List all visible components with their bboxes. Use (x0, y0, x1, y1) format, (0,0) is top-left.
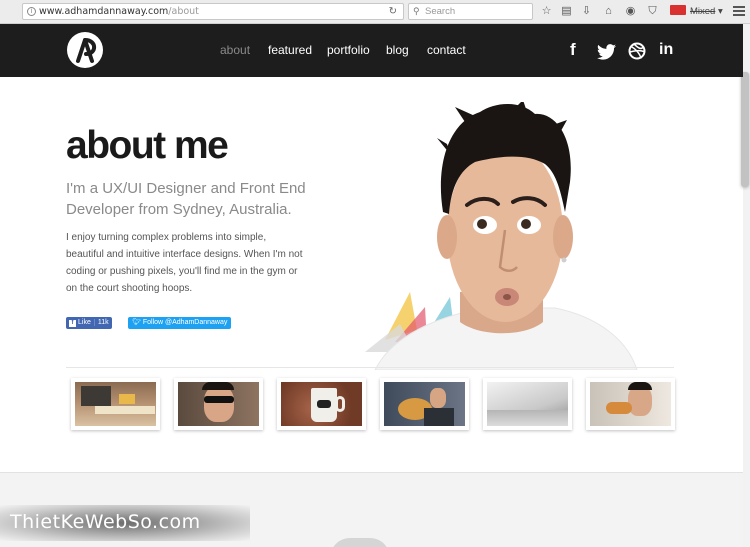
like-label: Like (78, 319, 91, 326)
scrollbar-thumb[interactable] (741, 72, 749, 187)
guitar-thumb[interactable] (380, 378, 469, 430)
portrait-image (365, 102, 638, 370)
pocket-icon[interactable]: ⛉ (646, 5, 659, 18)
bookmark-star-icon[interactable]: ☆ (540, 5, 553, 18)
desk-thumb[interactable] (71, 378, 160, 430)
dribbble-icon[interactable] (628, 41, 646, 61)
hero-body: I enjoy turning complex problems into si… (66, 232, 303, 294)
reading-list-icon[interactable]: ▤ (560, 5, 573, 18)
facebook-like-button[interactable]: f Like 11k (66, 317, 112, 329)
download-icon[interactable]: ⇩ (580, 5, 593, 18)
chat-icon[interactable]: ◉ (624, 5, 637, 18)
logo[interactable] (67, 32, 103, 68)
site-header: about featured portfolio blog contact f … (0, 24, 743, 77)
facebook-icon[interactable]: f (570, 40, 576, 60)
hamburger-menu-icon[interactable] (733, 6, 745, 17)
info-icon[interactable]: i (27, 7, 36, 16)
laptop-thumb[interactable] (483, 378, 572, 430)
linkedin-icon[interactable]: in (659, 40, 673, 60)
eating-thumb[interactable] (586, 378, 675, 430)
section-shape (330, 538, 390, 547)
nav-contact[interactable]: contact (427, 43, 466, 57)
page-title: about me (66, 124, 229, 167)
reload-icon[interactable]: ↻ (389, 4, 397, 19)
hero-subtitle: I'm a UX/UI Designer and Front End Devel… (66, 180, 306, 218)
url-host: www.adhamdannaway.com (39, 6, 169, 17)
logo-mark-icon (76, 38, 97, 63)
nav-blog[interactable]: blog (386, 43, 409, 57)
url-path: /about (168, 6, 199, 17)
search-icon: ⚲ (413, 6, 420, 16)
follow-label: Follow @AdhamDannaway (142, 319, 228, 326)
facebook-small-icon: f (69, 320, 76, 327)
mug-thumb[interactable] (277, 378, 366, 430)
watermark: ThietKeWebSo.com (0, 505, 250, 541)
like-count: 11k (93, 319, 109, 326)
mixed-content-indicator[interactable]: Mixed ▾ (670, 5, 723, 19)
scrollbar[interactable] (741, 24, 750, 547)
watermark-text: ThietKeWebSo.com (10, 511, 201, 533)
home-icon[interactable]: ⌂ (602, 5, 615, 18)
search-placeholder: Search (425, 6, 456, 17)
search-input[interactable]: ⚲ Search (408, 3, 533, 20)
url-bar[interactable]: i www.adhamdannaway.com/about ↻ (22, 3, 404, 20)
twitter-small-icon: 🐦︎ (132, 319, 143, 326)
twitter-follow-button[interactable]: 🐦︎ Follow @AdhamDannaway (128, 317, 232, 329)
nav-portfolio[interactable]: portfolio (327, 43, 370, 57)
flag-icon (670, 5, 686, 15)
browser-toolbar: i www.adhamdannaway.com/about ↻ ⚲ Search… (0, 0, 750, 24)
nav-about[interactable]: about (220, 43, 250, 57)
sunglasses-thumb[interactable] (174, 378, 263, 430)
nav-featured[interactable]: featured (268, 43, 312, 57)
mixed-label: Mixed (690, 6, 716, 17)
twitter-icon[interactable] (597, 42, 616, 62)
section-divider (66, 367, 674, 368)
